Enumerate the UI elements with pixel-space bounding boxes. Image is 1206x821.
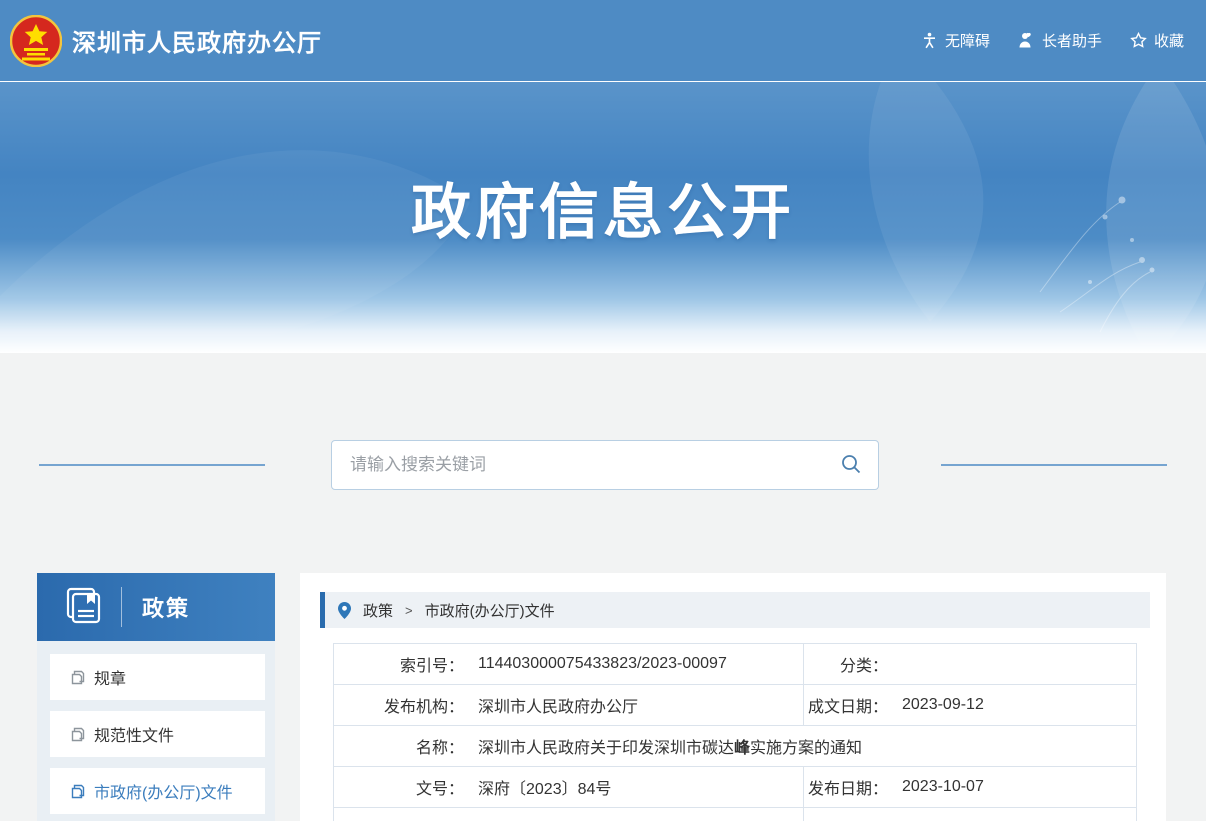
document-meta-table: 索引号： 114403000075433823/2023-00097 分类： — [333, 643, 1137, 821]
table-row-index: 索引号： 114403000075433823/2023-00097 分类： — [334, 644, 1137, 685]
elder-assist-link[interactable]: 长者助手 — [1018, 30, 1102, 51]
publish-date-value: 2023-10-07 — [902, 778, 984, 796]
issuing-agency-label: 发布机构： — [334, 693, 464, 717]
favorite-label: 收藏 — [1154, 30, 1184, 51]
sidebar-item-label: 规章 — [94, 665, 126, 689]
search-button[interactable] — [840, 453, 862, 478]
index-number-label: 索引号： — [334, 652, 464, 676]
main-content-row: 政策 规章 规范性文件 — [0, 573, 1206, 821]
page: 深圳市人民政府办公厅 无障碍 — [0, 0, 1206, 821]
top-header-bar: 深圳市人民政府办公厅 无障碍 — [0, 0, 1206, 81]
issuing-agency-value: 深圳市人民政府办公厅 — [478, 693, 638, 717]
written-date-label: 成文日期： — [804, 693, 888, 717]
table-row-issuer: 发布机构： 深圳市人民政府办公厅 成文日期： 2023-09-12 — [334, 685, 1137, 726]
decorative-line-left — [39, 464, 265, 466]
sidebar-title: 政策 — [142, 591, 190, 623]
site-title: 深圳市人民政府办公厅 — [72, 23, 322, 58]
category-label: 分类： — [804, 652, 888, 676]
sidebar-item-normative-documents[interactable]: 规范性文件 — [50, 711, 265, 757]
national-emblem-logo — [10, 15, 62, 67]
page-title: 政府信息公开 — [0, 82, 1206, 251]
sidebar-item-label: 规范性文件 — [94, 722, 174, 746]
publish-date-label: 发布日期： — [804, 775, 888, 799]
sidebar-header-divider — [121, 587, 122, 627]
document-number-label: 文号： — [334, 775, 464, 799]
hero-banner: 政府信息公开 — [0, 81, 1206, 353]
search-input[interactable] — [350, 455, 840, 475]
star-icon — [1130, 32, 1147, 49]
sidebar-menu: 规章 规范性文件 市政府(办公厅)文件 — [37, 641, 275, 821]
written-date-value: 2023-09-12 — [902, 696, 984, 714]
sidebar-item-label: 市政府(办公厅)文件 — [94, 779, 233, 803]
elder-assist-icon — [1018, 32, 1035, 49]
elder-assist-label: 长者助手 — [1042, 30, 1102, 51]
sidebar-header: 政策 — [37, 573, 275, 641]
sidebar-item-municipal-government-documents[interactable]: 市政府(办公厅)文件 — [50, 768, 265, 814]
search-highlight: 峰 — [734, 740, 750, 757]
policy-book-icon — [63, 585, 103, 630]
accessibility-link[interactable]: 无障碍 — [921, 30, 990, 51]
table-row-doc-number: 文号： 深府〔2023〕84号 发布日期： 2023-10-07 — [334, 767, 1137, 808]
breadcrumb: 政策 > 市政府(办公厅)文件 — [320, 592, 1150, 628]
document-detail-card: 政策 > 市政府(办公厅)文件 索引号： 114403000075433823/… — [300, 573, 1166, 821]
location-pin-icon — [338, 602, 351, 619]
favorite-link[interactable]: 收藏 — [1130, 30, 1184, 51]
document-icon — [71, 784, 85, 799]
breadcrumb-item-municipal-documents[interactable]: 市政府(办公厅)文件 — [425, 600, 555, 621]
document-number-value: 深府〔2023〕84号 — [478, 775, 611, 799]
breadcrumb-separator: > — [405, 603, 413, 618]
index-number-value: 114403000075433823/2023-00097 — [478, 655, 727, 673]
breadcrumb-item-policy[interactable]: 政策 — [363, 600, 393, 621]
header-utility-links: 无障碍 长者助手 收藏 — [921, 30, 1184, 51]
table-row-partial — [334, 808, 1137, 821]
accessibility-label: 无障碍 — [945, 30, 990, 51]
document-icon — [71, 670, 85, 685]
search-icon — [840, 453, 862, 478]
search-box — [331, 440, 879, 490]
sidebar-item-regulations[interactable]: 规章 — [50, 654, 265, 700]
table-row-title: 名称： 深圳市人民政府关于印发深圳市碳达峰实施方案的通知 — [334, 726, 1137, 767]
accessibility-icon — [921, 32, 938, 49]
document-name-label: 名称： — [334, 734, 464, 758]
search-section — [0, 440, 1206, 490]
document-name-value: 深圳市人民政府关于印发深圳市碳达峰实施方案的通知 — [478, 734, 862, 758]
decorative-line-right — [941, 464, 1167, 466]
document-icon — [71, 727, 85, 742]
policy-sidebar: 政策 规章 规范性文件 — [37, 573, 275, 821]
